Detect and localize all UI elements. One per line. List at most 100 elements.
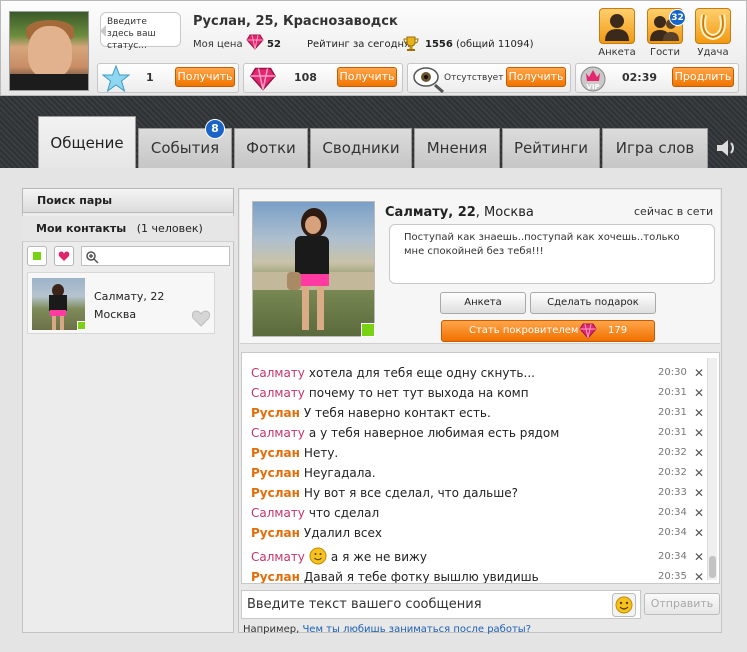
star-icon	[102, 65, 130, 92]
online-filter-button[interactable]	[27, 246, 47, 266]
message-sender[interactable]: Руслан	[251, 570, 300, 583]
gems-value: 108	[294, 71, 317, 84]
trophy-icon	[403, 36, 419, 51]
message-sender[interactable]: Салмату	[251, 426, 305, 440]
get-stars-button[interactable]: Получить	[175, 67, 235, 87]
message-time: 20:34	[658, 551, 687, 562]
tab-word-game[interactable]: Игра слов	[602, 128, 708, 168]
chat-message: Салмату хотела для тебя еще одну скнуть..…	[251, 363, 535, 383]
search-pair-button[interactable]: Поиск пары	[22, 188, 234, 213]
smiley-icon[interactable]	[612, 593, 636, 617]
chat-message: Руслан Удалил всех	[251, 523, 382, 543]
message-sender[interactable]: Салмату	[251, 506, 305, 520]
message-time: 20:31	[658, 407, 687, 418]
delete-message-icon[interactable]: ✕	[694, 443, 704, 463]
profile-label: Анкета	[598, 47, 636, 58]
zoom-icon	[86, 251, 99, 264]
message-text: хотела для тебя еще одну скнуть...	[308, 366, 535, 380]
delete-message-icon[interactable]: ✕	[694, 503, 704, 523]
message-sender[interactable]: Руслан	[251, 446, 300, 460]
message-input[interactable]	[241, 590, 641, 619]
anketa-button[interactable]: Анкета	[440, 292, 526, 314]
tab-photos[interactable]: Фотки	[234, 128, 308, 168]
top-header: Введите здесь ваш статус... Руслан, 25, …	[0, 0, 747, 96]
status-input[interactable]: Введите здесь ваш статус...	[100, 12, 181, 51]
tab-opinions[interactable]: Мнения	[414, 128, 500, 168]
delete-message-icon[interactable]: ✕	[694, 483, 704, 503]
delete-message-icon[interactable]: ✕	[694, 547, 704, 567]
gem-icon	[579, 323, 597, 339]
heart-icon[interactable]	[191, 309, 211, 327]
send-button[interactable]: Отправить	[644, 593, 720, 615]
delete-message-icon[interactable]: ✕	[694, 567, 704, 583]
luck-label: Удача	[697, 47, 729, 58]
stars-strip: 1 Получить	[97, 63, 239, 93]
online-square-icon	[33, 252, 41, 260]
chat-message: Руслан Неугадала.	[251, 463, 376, 483]
message-text: что сделал	[308, 506, 380, 520]
eye-icon	[413, 67, 444, 93]
message-sender[interactable]: Салмату	[251, 366, 305, 380]
message-sender[interactable]: Салмату	[251, 550, 305, 564]
get-gems-button[interactable]: Получить	[337, 67, 397, 87]
become-patron-button[interactable]: Стать покровителем 179	[441, 320, 655, 342]
message-text: а у тебя наверное любимая есть рядом	[308, 426, 560, 440]
sound-icon[interactable]	[715, 138, 737, 158]
events-badge: 8	[205, 119, 225, 139]
profile-status-text: Поступай как знаешь..поступай как хочешь…	[389, 224, 715, 284]
chat-scroll-thumb[interactable]	[709, 556, 716, 578]
chat-log[interactable]: Салмату хотела для тебя еще одну скнуть..…	[241, 352, 720, 584]
contacts-filter-row	[27, 245, 230, 267]
message-sender[interactable]: Руслан	[251, 526, 300, 540]
delete-message-icon[interactable]: ✕	[694, 423, 704, 443]
user-name[interactable]: Руслан, 25, Краснозаводск	[193, 14, 398, 29]
favorites-filter-button[interactable]	[54, 246, 74, 266]
chat-message: Руслан У тебя наверно контакт есть.	[251, 403, 491, 423]
message-sender[interactable]: Салмату	[251, 386, 305, 400]
message-time: 20:34	[658, 507, 687, 518]
delete-message-icon[interactable]: ✕	[694, 383, 704, 403]
message-time: 20:35	[658, 571, 687, 582]
message-time: 20:31	[658, 387, 687, 398]
rating-label: Рейтинг за сегодня	[307, 39, 411, 50]
message-sender[interactable]: Руслан	[251, 466, 300, 480]
contact-city: Москва	[94, 308, 137, 321]
hint-link[interactable]: Чем ты любишь заниматься после работы?	[302, 624, 531, 635]
gem-icon	[246, 34, 264, 50]
contact-search-input[interactable]	[81, 246, 230, 266]
get-invisible-button[interactable]: Получить	[506, 67, 566, 87]
rating-value: 1556 (общий 11094)	[425, 39, 534, 50]
online-indicator	[77, 321, 86, 330]
heart-icon	[58, 251, 70, 261]
stars-value: 1	[146, 71, 154, 84]
message-time: 20:32	[658, 467, 687, 478]
luck-button[interactable]	[695, 8, 731, 44]
profile-button[interactable]	[599, 8, 635, 44]
tab-ratings[interactable]: Рейтинги	[502, 128, 600, 168]
gems-strip: 108 Получить	[243, 63, 403, 93]
chat-message: Салмату почему то нет тут выхода на комп	[251, 383, 529, 403]
make-gift-button[interactable]: Сделать подарок	[530, 292, 656, 314]
message-text: а я же не вижу	[330, 550, 427, 564]
extend-vip-button[interactable]: Продлить	[672, 67, 734, 87]
chat-message: Салмату что сделал	[251, 503, 379, 523]
svg-text:VIP: VIP	[586, 83, 599, 91]
profile-name[interactable]: Салмату, 22, Москва	[385, 205, 534, 220]
chat-scrollbar[interactable]	[707, 358, 717, 580]
message-sender[interactable]: Руслан	[251, 406, 300, 420]
contacts-header: Мои контакты (1 человек)	[22, 216, 234, 242]
message-time: 20:32	[658, 447, 687, 458]
price-label: Моя цена	[193, 39, 243, 50]
tab-matchmakers[interactable]: Сводники	[310, 128, 412, 168]
message-sender[interactable]: Руслан	[251, 486, 300, 500]
message-text: Ну вот я все сделал, что дальше?	[303, 486, 518, 500]
delete-message-icon[interactable]: ✕	[694, 363, 704, 383]
delete-message-icon[interactable]: ✕	[694, 523, 704, 543]
profile-photo[interactable]	[252, 201, 375, 337]
delete-message-icon[interactable]: ✕	[694, 463, 704, 483]
price-value: 52	[267, 39, 281, 50]
contact-item[interactable]: Салмату, 22 Москва	[27, 272, 215, 334]
user-avatar[interactable]	[9, 11, 89, 91]
delete-message-icon[interactable]: ✕	[694, 403, 704, 423]
tab-chat[interactable]: Общение	[38, 116, 136, 168]
